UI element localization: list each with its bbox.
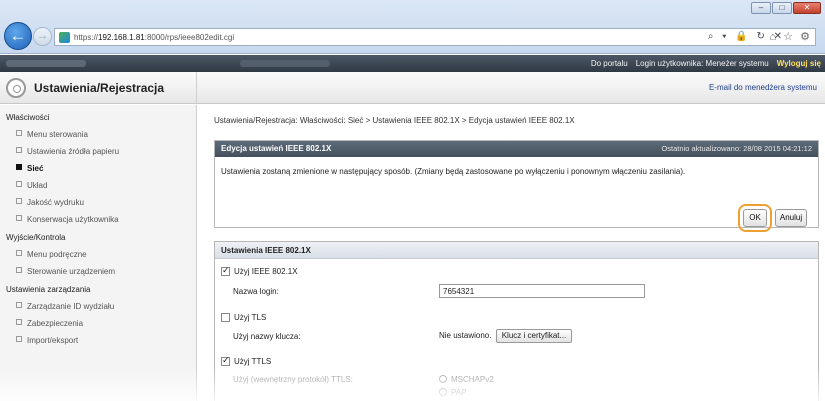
- sidebar-item-control-menu[interactable]: Menu sterowania: [16, 130, 88, 139]
- panel-body: Ustawienia zostaną zmienione w następują…: [215, 157, 818, 232]
- use-ttls-row: Użyj TTLS: [221, 355, 272, 366]
- browser-toolbar: – □ ✕ ← → https://192.168.1.81:8000/rps/…: [0, 0, 825, 54]
- sidebar-item-device-control[interactable]: Sterowanie urządzeniem: [16, 267, 115, 276]
- logout-link[interactable]: Wyloguj się: [777, 59, 821, 68]
- portal-link[interactable]: Do portalu: [591, 59, 628, 68]
- ieee-settings-section: Ustawienia IEEE 802.1X Użyj IEEE 802.1X …: [214, 241, 819, 401]
- ok-button[interactable]: OK: [738, 204, 772, 232]
- email-admin-link[interactable]: E-mail do menedżera systemu: [709, 83, 817, 92]
- confirm-message: Ustawienia zostaną zmienione w następują…: [221, 167, 686, 176]
- address-bar[interactable]: https://192.168.1.81:8000/rps/ieee802edi…: [54, 28, 816, 46]
- app-top-bar: Do portalu Login użytkownika: Meneżer sy…: [0, 55, 825, 72]
- panel-header: Edycja ustawień IEEE 802.1X Ostatnio akt…: [215, 141, 818, 157]
- app-title-bar: Ustawienia/Rejestracja E-mail do menedże…: [0, 72, 825, 104]
- pap-label: PAP: [451, 388, 467, 397]
- use-ttls-label: Użyj TTLS: [234, 357, 272, 366]
- pap-radio[interactable]: [439, 388, 447, 396]
- sidebar-item-import-export[interactable]: Import/eksport: [16, 336, 78, 345]
- close-window-button[interactable]: ✕: [793, 2, 821, 14]
- use-tls-checkbox[interactable]: [221, 313, 230, 322]
- key-name-label: Użyj nazwy klucza:: [233, 332, 301, 341]
- sidebar-group-properties[interactable]: Właściwości: [6, 113, 50, 122]
- redacted-device-name: [6, 60, 86, 67]
- site-favicon-icon: [59, 31, 70, 43]
- panel-title: Edycja ustawień IEEE 802.1X: [221, 144, 332, 153]
- minimize-button[interactable]: –: [751, 2, 771, 14]
- title-divider: [196, 72, 197, 104]
- mschapv2-label: MSCHAPv2: [451, 375, 494, 384]
- use-ieee-row: Użyj IEEE 802.1X: [221, 265, 298, 276]
- page-title: Ustawienia/Rejestracja: [34, 81, 165, 95]
- login-user-text: Login użytkownika: Meneżer systemu: [635, 59, 769, 68]
- use-ttls-checkbox[interactable]: [221, 355, 230, 366]
- use-tls-label: Użyj TLS: [234, 313, 267, 322]
- url-text: https://192.168.1.81:8000/rps/ieee802edi…: [74, 32, 235, 42]
- use-ieee-label: Użyj IEEE 802.1X: [234, 267, 298, 276]
- use-ieee-checkbox[interactable]: [221, 265, 230, 276]
- breadcrumb: Ustawienia/Rejestracja: Właściwości: Sie…: [214, 116, 575, 125]
- sidebar-item-paper-source[interactable]: Ustawienia źródła papieru: [16, 147, 119, 156]
- sidebar-item-security[interactable]: Zabezpieczenia: [16, 319, 83, 328]
- key-name-row: Nie ustawiono. Klucz i certyfikat...: [439, 329, 573, 343]
- maximize-button[interactable]: □: [772, 2, 792, 14]
- login-name-field[interactable]: 7654321: [439, 284, 645, 298]
- window-controls: – □ ✕: [751, 2, 821, 14]
- sidebar-item-layout[interactable]: Układ: [16, 181, 47, 190]
- ttls-option-pap[interactable]: PAP: [439, 388, 466, 397]
- login-name-label: Nazwa login:: [233, 287, 279, 296]
- sidebar: Właściwości Menu sterowania Ustawienia ź…: [0, 105, 197, 401]
- sidebar-item-print-quality[interactable]: Jakość wydruku: [16, 198, 84, 207]
- sidebar-item-network[interactable]: Sieć: [16, 164, 43, 173]
- key-cert-button[interactable]: Klucz i certyfikat...: [495, 329, 573, 343]
- sidebar-item-department-id[interactable]: Zarządzanie ID wydziału: [16, 302, 114, 311]
- cancel-button[interactable]: Anuluj: [775, 209, 807, 227]
- mschapv2-radio[interactable]: [439, 375, 447, 383]
- section-title: Ustawienia IEEE 802.1X: [215, 242, 818, 259]
- back-arrow-icon[interactable]: ←: [4, 22, 32, 50]
- confirm-panel: Edycja ustawień IEEE 802.1X Ostatnio akt…: [214, 140, 819, 232]
- sidebar-item-quick-menu[interactable]: Menu podręczne: [16, 250, 87, 259]
- use-tls-row: Użyj TLS: [221, 313, 266, 322]
- forward-arrow-icon[interactable]: →: [33, 27, 52, 46]
- sidebar-group-output-control[interactable]: Wyjście/Kontrola: [6, 233, 66, 242]
- sidebar-item-user-maintenance[interactable]: Konserwacja użytkownika: [16, 215, 119, 224]
- sidebar-group-management[interactable]: Ustawienia zarządzania: [6, 285, 91, 294]
- ttls-option-mschapv2[interactable]: MSCHAPv2: [439, 375, 494, 384]
- key-name-value: Nie ustawiono.: [439, 331, 492, 340]
- last-updated-text: Ostatnio aktualizowano: 28/08 2015 04:21…: [661, 144, 812, 153]
- ttls-protocol-label: Użyj (wewnętrzny protokół) TTLS:: [233, 375, 353, 384]
- home-star-icons[interactable]: ⌂ ☆ ⚙: [770, 30, 812, 43]
- redacted-device-info: [240, 60, 330, 67]
- settings-gear-icon: [6, 78, 26, 98]
